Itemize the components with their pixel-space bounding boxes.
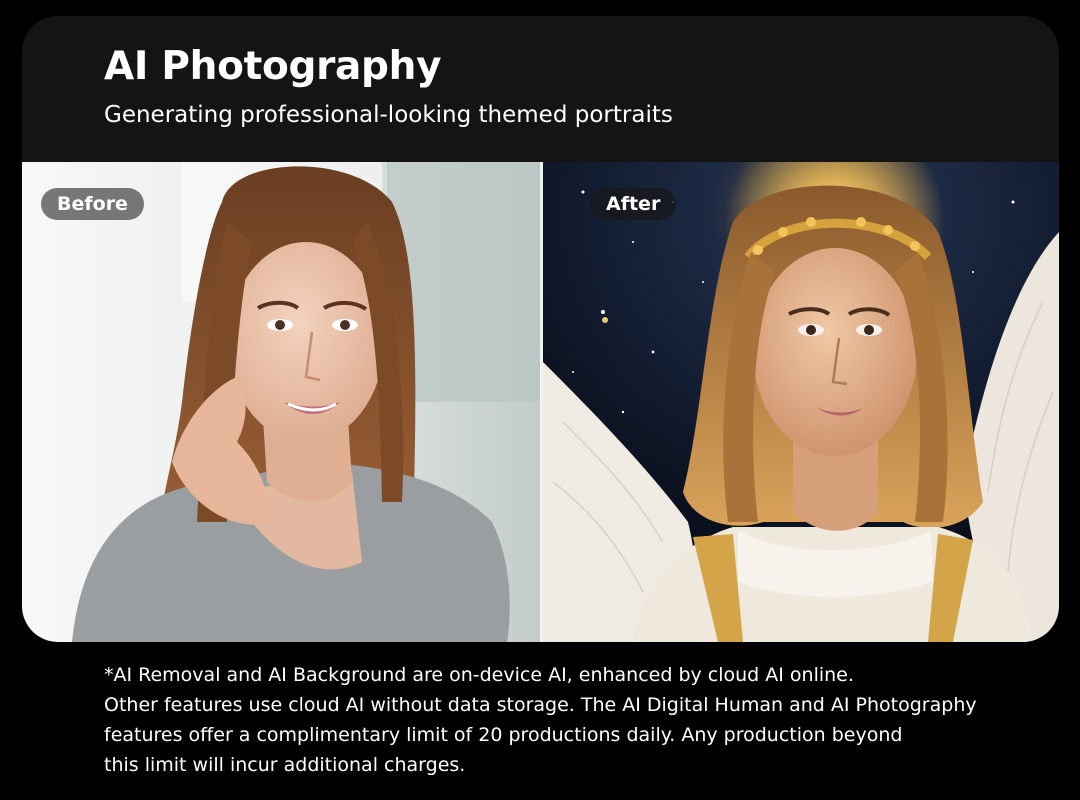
footnote-line: this limit will incur additional charges…: [104, 754, 466, 776]
after-label: After: [590, 188, 677, 220]
before-portrait-image: [22, 162, 540, 642]
before-photo: [22, 162, 540, 642]
footnote-line: *AI Removal and AI Background are on-dev…: [104, 664, 854, 686]
after-photo: [543, 162, 1059, 642]
page-subtitle: Generating professional-looking themed p…: [104, 102, 673, 128]
disclaimer-footnote: *AI Removal and AI Background are on-dev…: [104, 660, 1044, 780]
footnote-line: Other features use cloud AI without data…: [104, 694, 977, 716]
feature-card: AI Photography Generating professional-l…: [22, 16, 1059, 642]
page: AI Photography Generating professional-l…: [0, 0, 1080, 800]
footnote-line: features offer a complimentary limit of …: [104, 724, 903, 746]
after-portrait-image: [543, 162, 1059, 642]
before-label: Before: [41, 188, 144, 220]
page-title: AI Photography: [104, 44, 442, 89]
